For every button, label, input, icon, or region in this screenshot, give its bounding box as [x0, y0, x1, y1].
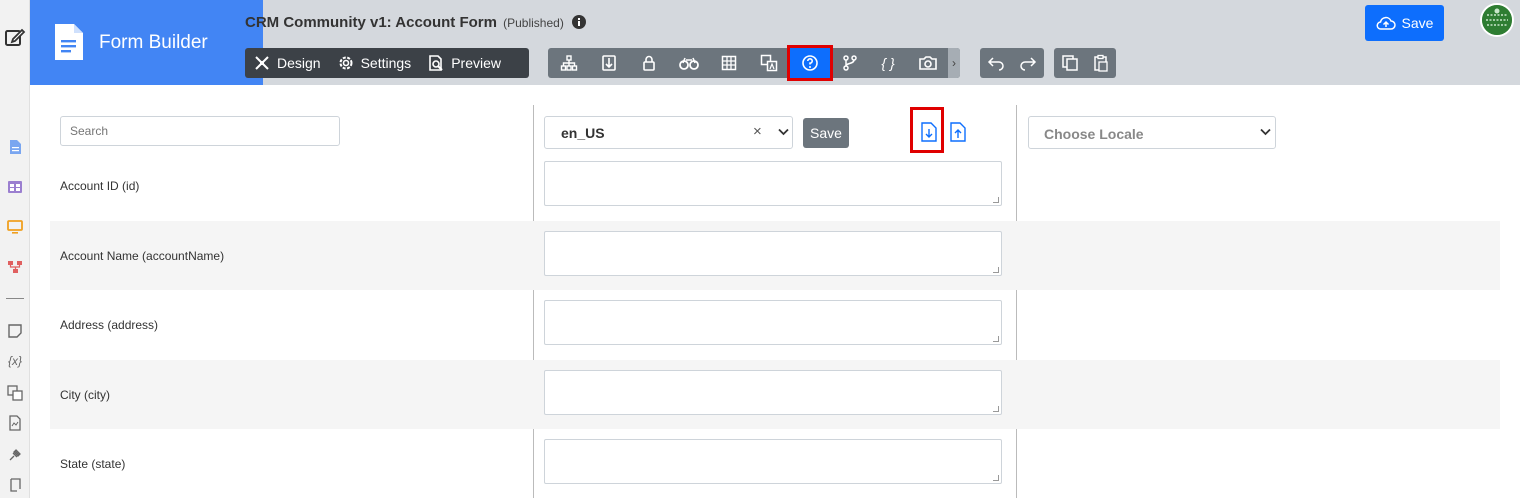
camera-icon[interactable] [910, 48, 946, 78]
sitemap-icon[interactable] [551, 48, 587, 78]
translation-textarea[interactable] [544, 161, 1002, 206]
settings-label: Settings [360, 55, 412, 71]
monitor-icon[interactable] [6, 218, 24, 236]
locale-save-button[interactable]: Save [803, 118, 849, 148]
document-icon[interactable] [6, 414, 24, 432]
cloud-upload-icon [1376, 16, 1396, 30]
field-row: Address (address) [50, 290, 1500, 359]
history-group [980, 48, 1044, 78]
plugin-icon[interactable] [6, 446, 24, 464]
field-label: Account ID (id) [60, 179, 140, 193]
clear-locale-icon[interactable]: × [753, 123, 762, 140]
choose-locale-placeholder: Choose Locale [1044, 126, 1144, 142]
download-file-icon[interactable] [921, 122, 937, 142]
chevron-down-icon [1260, 128, 1271, 136]
info-icon[interactable] [572, 15, 586, 29]
import-export-icon[interactable] [591, 48, 627, 78]
field-row: City (city) [50, 360, 1500, 429]
field-row: Account ID (id) [50, 151, 1500, 220]
copy-icon[interactable] [1054, 48, 1085, 78]
form-name: CRM Community v1: Account Form [245, 14, 497, 31]
settings-tab[interactable]: Settings [329, 48, 420, 78]
variable-icon[interactable]: {x} [6, 352, 24, 370]
upload-file-icon[interactable] [950, 122, 966, 142]
chevron-down-icon [778, 128, 789, 136]
field-label: Address (address) [60, 318, 159, 332]
clipboard-group [1054, 48, 1116, 78]
script-icon[interactable] [6, 476, 24, 494]
field-row: State (state) [50, 429, 1500, 498]
avatar[interactable] [1480, 3, 1514, 37]
grid-icon[interactable] [711, 48, 747, 78]
table-icon[interactable] [6, 178, 24, 196]
app-brand[interactable]: Form Builder [30, 0, 263, 85]
form-title: CRM Community v1: Account Form (Publishe… [245, 14, 586, 31]
edit-icon[interactable] [4, 26, 26, 48]
gear-icon [339, 56, 353, 70]
top-header: Form Builder CRM Community v1: Account F… [30, 0, 1520, 85]
field-label: Account Name (accountName) [60, 249, 225, 263]
translation-textarea[interactable] [544, 439, 1002, 484]
braces-icon[interactable]: { } [870, 48, 906, 78]
form-status: (Published) [503, 16, 564, 30]
field-label: City (city) [60, 388, 110, 402]
locale-select[interactable]: en_US × [544, 116, 793, 149]
branch-icon[interactable] [832, 48, 868, 78]
translation-textarea[interactable] [544, 231, 1002, 276]
binoculars-icon[interactable] [671, 48, 707, 78]
translate-icon[interactable] [751, 48, 787, 78]
form-icon[interactable] [6, 138, 24, 156]
translation-textarea[interactable] [544, 300, 1002, 345]
mode-tabs: Design Settings Preview [245, 48, 529, 78]
design-icon [255, 56, 269, 70]
left-sidebar: {x} [0, 0, 30, 498]
redo-icon[interactable] [1012, 48, 1044, 78]
preview-label: Preview [451, 55, 501, 71]
search-input[interactable] [60, 116, 340, 146]
preview-icon [429, 55, 443, 71]
form-document-icon [55, 24, 83, 60]
tool-toolbar: { } [548, 45, 960, 81]
save-form-button[interactable]: Save [1365, 5, 1444, 41]
field-label: State (state) [60, 457, 126, 471]
lock-icon[interactable] [631, 48, 667, 78]
field-row: Account Name (accountName) [50, 221, 1500, 290]
sidebar-divider [6, 298, 24, 299]
save-form-label: Save [1401, 15, 1434, 31]
main-content: en_US × Save Choose Locale Account ID (i… [30, 85, 1520, 498]
paste-icon[interactable] [1085, 48, 1116, 78]
note-icon[interactable] [6, 322, 24, 340]
choose-locale-select[interactable]: Choose Locale [1028, 116, 1276, 149]
locale-value: en_US [561, 125, 605, 141]
app-title: Form Builder [99, 32, 208, 53]
preview-tab[interactable]: Preview [419, 48, 509, 78]
translate-icon[interactable] [6, 384, 24, 402]
design-label: Design [277, 55, 321, 71]
design-tab[interactable]: Design [245, 48, 329, 78]
help-icon[interactable] [787, 45, 833, 81]
flow-icon[interactable] [6, 258, 24, 276]
undo-icon[interactable] [980, 48, 1012, 78]
translation-textarea[interactable] [544, 370, 1002, 415]
toolbar-more[interactable]: › [948, 48, 960, 78]
